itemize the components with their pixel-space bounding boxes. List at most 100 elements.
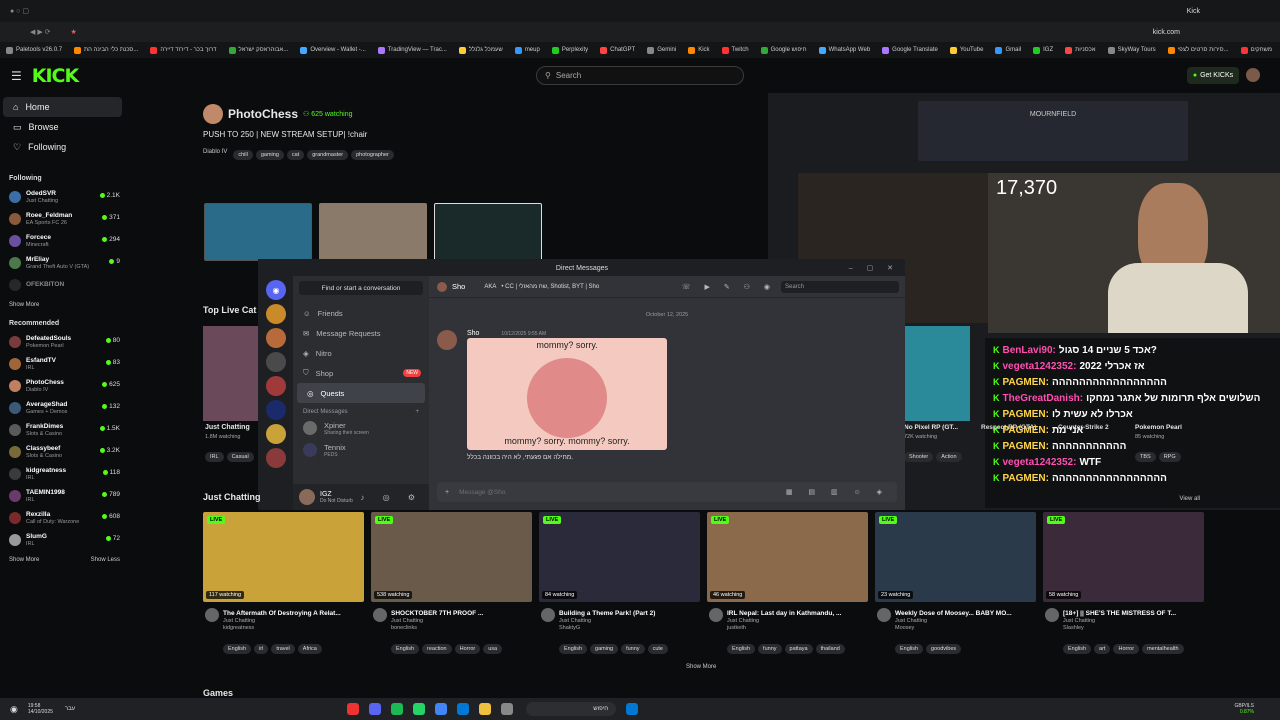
stream-tag[interactable]: reaction (422, 644, 452, 654)
notification-icon[interactable]: ◉ (10, 704, 18, 715)
get-kicks-button[interactable]: ● Get KICKs (1187, 67, 1239, 84)
stream-title[interactable]: Building a Theme Park! (Part 2) (539, 610, 700, 617)
bookmark-item[interactable]: Paletools v26.0.7 (6, 46, 62, 54)
message-input[interactable]: + Message @Sho ▦ ▤ ▥ ☺ ◈ (437, 482, 897, 502)
streamer-avatar[interactable] (877, 608, 891, 622)
menu-icon[interactable]: ☰ (11, 69, 22, 83)
meme-image[interactable]: mommy? sorry. mommy? sorry. mommy? sorry… (467, 338, 667, 450)
stream-tag[interactable]: chill (233, 150, 253, 160)
window-controls-icon[interactable]: – ▢ ✕ (849, 264, 899, 272)
category-tag[interactable]: Shooter (904, 452, 934, 462)
bookmark-item[interactable]: Gmail (995, 46, 1021, 54)
stream-thumbnail[interactable]: LIVE 46 watching (707, 512, 868, 602)
stream-tag[interactable]: English (223, 644, 252, 654)
chat-user-avatar[interactable] (437, 281, 447, 292)
stream-card[interactable]: LIVE 538 watching SHOCKTOBER 7TH PROOF ...… (371, 512, 532, 655)
stream-tag[interactable]: thailand (815, 644, 845, 654)
show-more-button[interactable]: Show More (9, 557, 39, 563)
stream-tag[interactable]: goodvibes (926, 644, 962, 654)
app-icon[interactable] (325, 703, 337, 715)
server-icon[interactable] (266, 352, 286, 372)
discord-home-icon[interactable]: ◉ (266, 280, 286, 300)
following-show-more[interactable]: Show More (0, 296, 130, 308)
sidebar-channel[interactable]: OFEKBITON (0, 274, 130, 296)
stream-card[interactable]: LIVE 117 watching The Aftermath Of Destroy… (203, 512, 364, 655)
sidebar-channel[interactable]: MrEliay Grand Theft Auto V (GTA) 9 (0, 252, 130, 274)
dm-menu-nitro[interactable]: ◈ Nitro (293, 343, 429, 363)
featured-thumb-1[interactable] (204, 203, 312, 261)
server-icon[interactable] (266, 448, 286, 468)
stream-card[interactable]: LIVE 46 watching IRL Nepal: Last day in Ka… (707, 512, 868, 655)
stream-tag[interactable]: English (1063, 644, 1092, 654)
stream-tag[interactable]: English (391, 644, 420, 654)
stream-thumbnail[interactable]: LIVE 538 watching (371, 512, 532, 602)
bookmark-item[interactable]: Google Translate (882, 46, 938, 54)
bookmark-item[interactable]: Kick (688, 46, 710, 54)
server-icon[interactable] (266, 376, 286, 396)
stream-tag[interactable]: photographer (351, 150, 394, 160)
gift-gif-emoji-icons[interactable]: ▦ ▤ ▥ ☺ ◈ (786, 488, 889, 496)
streamer-name[interactable]: justketh (707, 625, 868, 631)
call-video-pin-icons[interactable]: ☏ ▶ ✎ ⚇ ◉ (682, 283, 776, 291)
message-author[interactable]: Sho (467, 330, 479, 337)
bookmark-item[interactable]: meup (514, 46, 540, 54)
user-avatar[interactable] (1246, 68, 1260, 82)
find-conversation-input[interactable]: Find or start a conversation (299, 281, 423, 295)
bookmark-item[interactable]: IGZ (1033, 46, 1053, 54)
stream-title[interactable]: [18+] || SHE'S THE MISTRESS OF T... (1043, 610, 1204, 617)
stream-tag[interactable]: Horror (1113, 644, 1140, 654)
nav-buttons-icon[interactable]: ◀ ▶ ⟳ (30, 28, 51, 36)
message-avatar[interactable] (437, 330, 457, 350)
bookmark-item[interactable]: סירות סרטים לצפי... (1167, 46, 1229, 54)
bookmark-item[interactable]: Perplexity (551, 46, 588, 54)
dm-menu-quests[interactable]: ◎ Quests (297, 383, 425, 403)
stream-tag[interactable]: Horror (454, 644, 481, 654)
stream-tag[interactable]: pattaya (784, 644, 813, 654)
spotify-icon[interactable] (391, 703, 404, 715)
dm-menu-shop[interactable]: ⛉ Shop NEW (293, 363, 429, 383)
sidebar-channel[interactable]: Classybeef Slots & Casino 3.2K (0, 441, 130, 463)
search-input[interactable]: ⚲ Search (536, 66, 744, 85)
stream-title[interactable]: The Aftermath Of Destroying A Relat... (203, 610, 364, 617)
streamer-name[interactable]: Slashley (1043, 625, 1204, 631)
category-tag[interactable]: Action (936, 452, 962, 462)
nav-home[interactable]: ⌂ Home (3, 97, 122, 117)
kick-logo[interactable]: KICK (32, 65, 79, 87)
chrome-icon[interactable] (435, 703, 448, 715)
category-label-nopixel[interactable]: No Pixel RP (GT... (904, 424, 958, 431)
server-icon[interactable] (266, 424, 286, 444)
bookmark-item[interactable]: Google חיפוש (760, 46, 807, 54)
stream-tag[interactable]: cat (286, 150, 305, 160)
streamer-name[interactable]: boneclinks (371, 625, 532, 631)
dm-menu-message-requests[interactable]: ✉ Message Requests (293, 323, 429, 343)
sidebar-channel[interactable]: kidgreatness IRL 118 (0, 463, 130, 485)
nav-browse[interactable]: ▭ Browse (3, 117, 122, 137)
stream-tag[interactable]: English (895, 644, 924, 654)
stream-thumbnail[interactable]: LIVE 58 watching (1043, 512, 1204, 602)
stream-category[interactable]: Just Chatting (1043, 618, 1204, 624)
streamer-name[interactable]: ShaktyG (539, 625, 700, 631)
stream-card[interactable]: LIVE 84 watching Building a Theme Park! (P… (539, 512, 700, 655)
stream-tag[interactable]: English (727, 644, 756, 654)
category-label-cs2[interactable]: Counter-Strike 2 (1058, 424, 1109, 431)
user-avatar[interactable] (299, 489, 315, 505)
windows-start-icon[interactable] (626, 703, 639, 715)
streamer-avatar[interactable] (205, 608, 219, 622)
chat-search-input[interactable]: Search (781, 280, 899, 293)
streamer-avatar[interactable] (1045, 608, 1059, 622)
sidebar-channel[interactable]: FrankDimes Slots & Casino 1.5K (0, 419, 130, 441)
sidebar-channel[interactable]: Rexzilla Call of Duty: Warzone 608 (0, 507, 130, 529)
folder-icon[interactable] (479, 703, 492, 715)
category-tag[interactable]: TBS (1135, 452, 1156, 462)
bookmark-item[interactable]: ChatGPT (600, 46, 635, 54)
stream-category[interactable]: Just Chatting (203, 618, 364, 624)
taskbar-search[interactable]: חיפוש (526, 702, 617, 716)
bookmark-item[interactable]: TradingView — Trac... (377, 46, 447, 54)
stream-tag[interactable]: cute (647, 644, 668, 654)
add-dm-icon[interactable]: + (415, 409, 419, 415)
stream-tag[interactable]: art (1094, 644, 1111, 654)
stream-tag[interactable]: irl (254, 644, 269, 654)
sidebar-channel[interactable]: Forcece Minecraft 294 (0, 230, 130, 252)
bookmark-item[interactable]: סכנת כלי הבינה הת... (74, 46, 138, 54)
sidebar-channel[interactable]: EsfandTV IRL 83 (0, 353, 130, 375)
